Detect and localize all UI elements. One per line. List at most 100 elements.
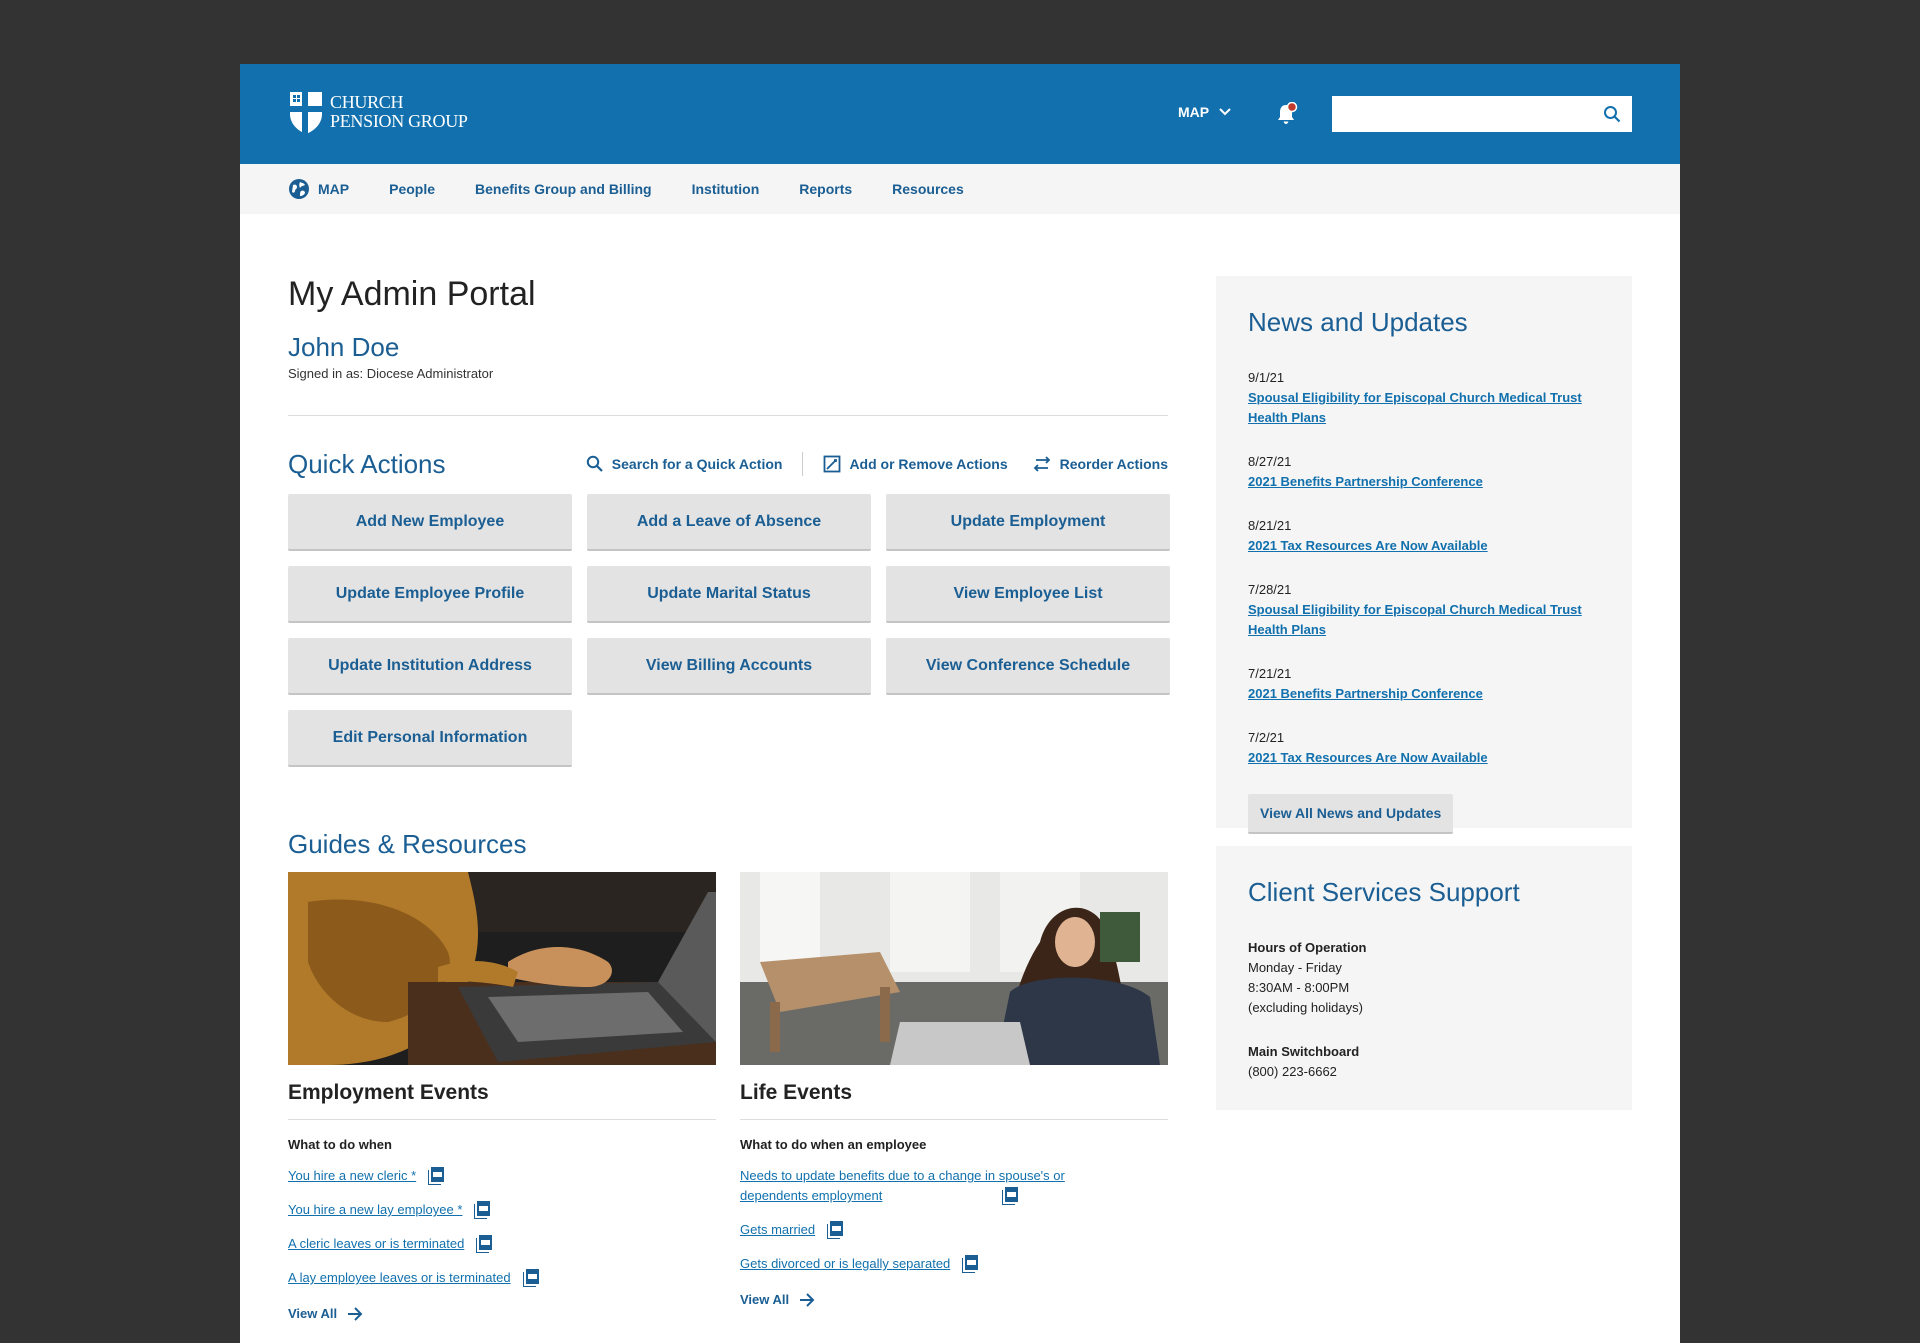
news-item: 7/21/21 2021 Benefits Partnership Confer… <box>1248 664 1600 704</box>
spouse-employment-change-link[interactable]: Needs to update benefits due to a change… <box>740 1166 1110 1206</box>
top-header: CHURCH PENSION GROUP MAP <box>240 64 1680 164</box>
pdf-icon[interactable] <box>428 1167 445 1185</box>
nav-item-institution[interactable]: Institution <box>692 181 760 197</box>
news-link[interactable]: 2021 Tax Resources Are Now Available <box>1248 748 1588 768</box>
map-dropdown[interactable]: MAP <box>1178 104 1231 120</box>
search-input[interactable] <box>1332 96 1592 132</box>
guides-resources-title: Guides & Resources <box>288 829 527 859</box>
hours-label: Hours of Operation <box>1248 940 1367 955</box>
search-icon <box>586 455 603 472</box>
add-new-employee-button[interactable]: Add New Employee <box>288 494 572 551</box>
list-item: Gets divorced or is legally separated <box>740 1254 1168 1274</box>
logo-line-2: PENSION GROUP <box>330 111 468 131</box>
pdf-icon[interactable] <box>476 1235 493 1253</box>
employment-view-all-link[interactable]: View All <box>288 1306 716 1321</box>
employment-events-subtitle: What to do when <box>288 1137 392 1152</box>
news-date: 8/21/21 <box>1248 518 1292 533</box>
update-institution-address-button[interactable]: Update Institution Address <box>288 638 572 695</box>
list-item: You hire a new cleric * <box>288 1166 716 1186</box>
news-link[interactable]: 2021 Benefits Partnership Conference <box>1248 684 1588 704</box>
add-remove-actions-label: Add or Remove Actions <box>849 456 1008 472</box>
logo-wordmark: CHURCH PENSION GROUP <box>330 93 468 131</box>
gets-divorced-link[interactable]: Gets divorced or is legally separated <box>740 1254 950 1274</box>
view-billing-accounts-button[interactable]: View Billing Accounts <box>587 638 871 695</box>
view-all-news-button[interactable]: View All News and Updates <box>1248 794 1454 834</box>
update-employee-profile-button[interactable]: Update Employee Profile <box>288 566 572 623</box>
hours-days: Monday - Friday <box>1248 960 1342 975</box>
lay-employee-leaves-link[interactable]: A lay employee leaves or is terminated <box>288 1268 511 1288</box>
life-view-all-link[interactable]: View All <box>740 1292 1168 1307</box>
add-leave-of-absence-button[interactable]: Add a Leave of Absence <box>587 494 871 551</box>
reorder-actions-label: Reorder Actions <box>1059 456 1168 472</box>
switchboard-label: Main Switchboard <box>1248 1044 1360 1059</box>
list-item: A lay employee leaves or is terminated <box>288 1268 716 1288</box>
nav-item-people[interactable]: People <box>389 181 435 197</box>
card-divider <box>288 1119 716 1120</box>
nav-item-map[interactable]: MAP <box>288 178 349 200</box>
search-icon <box>1604 106 1621 123</box>
news-link[interactable]: 2021 Tax Resources Are Now Available <box>1248 536 1588 556</box>
reorder-actions-link[interactable]: Reorder Actions <box>1032 456 1168 472</box>
nav-item-label: Institution <box>691 181 760 197</box>
signed-in-role: Signed in as: Diocese Administrator <box>288 366 494 381</box>
nav-item-label: Resources <box>892 181 964 197</box>
hours-time: 8:30AM - 8:00PM <box>1248 980 1350 995</box>
client-support-panel: Client Services Support Hours of Operati… <box>1216 846 1632 1110</box>
pdf-icon[interactable] <box>827 1221 844 1239</box>
cleric-leaves-link[interactable]: A cleric leaves or is terminated <box>288 1234 464 1254</box>
notification-bell-icon[interactable] <box>1274 102 1298 126</box>
news-title: News and Updates <box>1248 307 1468 337</box>
hours-note: (excluding holidays) <box>1248 1000 1363 1015</box>
arrow-right-icon <box>348 1306 363 1321</box>
edit-square-icon <box>824 455 841 473</box>
list-item: You hire a new lay employee * <box>288 1200 716 1220</box>
life-events-card: Life Events What to do when an employee … <box>740 872 1168 1321</box>
view-all-label: View All <box>288 1306 338 1321</box>
pdf-icon[interactable] <box>522 1269 539 1287</box>
hire-new-cleric-link[interactable]: You hire a new cleric * <box>288 1166 416 1186</box>
pdf-icon[interactable] <box>1002 1187 1018 1205</box>
news-item: 7/2/21 2021 Tax Resources Are Now Availa… <box>1248 728 1600 768</box>
view-conference-schedule-button[interactable]: View Conference Schedule <box>886 638 1170 695</box>
cpg-logo[interactable]: CHURCH PENSION GROUP <box>288 88 468 136</box>
search-quick-action-label: Search for a Quick Action <box>611 456 783 472</box>
logo-line-1: CHURCH <box>330 92 404 112</box>
pdf-icon[interactable] <box>474 1201 491 1219</box>
news-date: 7/2/21 <box>1248 730 1285 745</box>
news-date: 8/27/21 <box>1248 454 1292 469</box>
search-submit-button[interactable] <box>1592 105 1632 123</box>
arrow-right-icon <box>800 1292 815 1307</box>
swap-arrows-icon <box>1033 456 1050 472</box>
news-item: 7/28/21 Spousal Eligibility for Episcopa… <box>1248 580 1600 640</box>
edit-personal-information-button[interactable]: Edit Personal Information <box>288 710 572 767</box>
hire-new-lay-employee-link[interactable]: You hire a new lay employee * <box>288 1200 462 1220</box>
switchboard-block: Main Switchboard (800) 223-6662 <box>1248 1042 1600 1082</box>
notification-dot <box>1286 102 1298 113</box>
nav-item-label: MAP <box>318 181 350 197</box>
nav-item-benefits-billing[interactable]: Benefits Group and Billing <box>475 181 652 197</box>
nav-item-resources[interactable]: Resources <box>892 181 964 197</box>
add-remove-actions-link[interactable]: Add or Remove Actions <box>823 455 1008 473</box>
support-title: Client Services Support <box>1248 877 1520 907</box>
nav-item-reports[interactable]: Reports <box>799 181 852 197</box>
globe-icon <box>289 179 309 199</box>
app-frame: CHURCH PENSION GROUP MAP MAP People Bene… <box>240 64 1680 1343</box>
shield-icon <box>290 92 322 134</box>
gets-married-link[interactable]: Gets married <box>740 1220 815 1240</box>
news-link[interactable]: Spousal Eligibility for Episcopal Church… <box>1248 388 1588 428</box>
news-date: 9/1/21 <box>1248 370 1285 385</box>
news-link[interactable]: 2021 Benefits Partnership Conference <box>1248 472 1588 492</box>
pdf-icon[interactable] <box>962 1255 979 1273</box>
life-events-subtitle: What to do when an employee <box>740 1137 927 1152</box>
search-quick-action-link[interactable]: Search for a Quick Action <box>586 455 783 473</box>
toolbar-separator <box>802 452 804 476</box>
laptop-typing-photo <box>288 872 716 1065</box>
view-employee-list-button[interactable]: View Employee List <box>886 566 1170 623</box>
user-name: John Doe <box>288 332 400 362</box>
update-employment-button[interactable]: Update Employment <box>886 494 1170 551</box>
news-item: 9/1/21 Spousal Eligibility for Episcopal… <box>1248 368 1600 428</box>
news-link[interactable]: Spousal Eligibility for Episcopal Church… <box>1248 600 1588 640</box>
guides-columns: Employment Events What to do when You hi… <box>288 872 1168 1321</box>
update-marital-status-button[interactable]: Update Marital Status <box>587 566 871 623</box>
chevron-down-icon <box>1219 108 1231 116</box>
